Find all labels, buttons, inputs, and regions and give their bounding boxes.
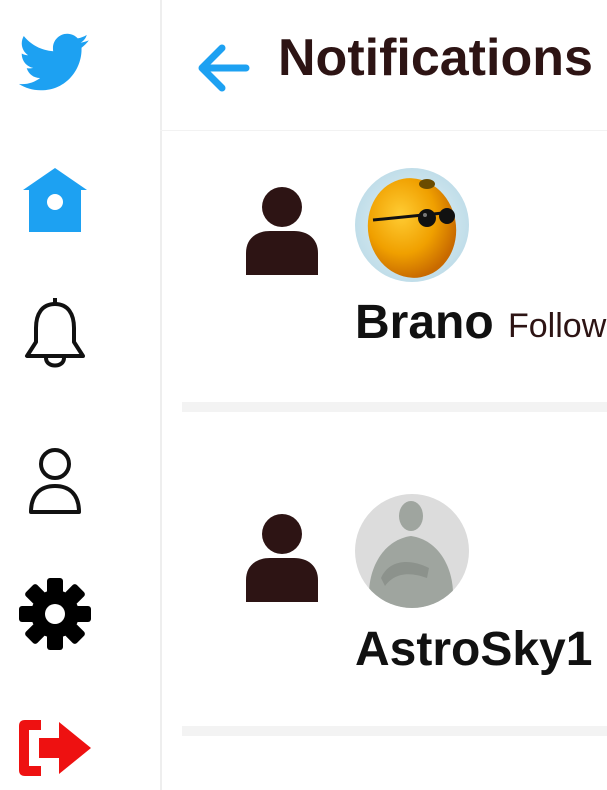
avatar[interactable] [355, 494, 469, 608]
bell-icon[interactable] [15, 296, 95, 376]
gear-icon[interactable] [15, 574, 95, 654]
notification-list: Brano Follow AstroSky1 [162, 131, 607, 767]
logout-icon[interactable] [15, 708, 95, 788]
profile-icon[interactable] [15, 440, 95, 520]
back-button[interactable] [194, 38, 254, 98]
twitter-logo-icon[interactable] [15, 22, 95, 102]
lemon-avatar-image [355, 168, 469, 282]
home-icon[interactable] [15, 160, 95, 240]
notification-item[interactable]: Brano Follow [162, 131, 607, 449]
avatar[interactable] [355, 168, 469, 282]
arrow-left-icon [198, 44, 250, 92]
page-title: Notifications [278, 29, 593, 87]
notification-item[interactable]: AstroSky1 [162, 449, 607, 767]
user-icon [242, 185, 326, 275]
user-icon [242, 512, 326, 602]
header: Notifications [160, 0, 607, 131]
default-avatar-image [355, 494, 469, 608]
user-name[interactable]: Brano [355, 295, 494, 350]
app-root: Notifications Brano Follow AstroSky1 [0, 0, 607, 790]
divider [182, 726, 607, 736]
sidebar [0, 0, 162, 790]
notification-action: Follow [508, 307, 607, 345]
divider [182, 402, 607, 412]
user-name[interactable]: AstroSky1 [355, 622, 592, 677]
